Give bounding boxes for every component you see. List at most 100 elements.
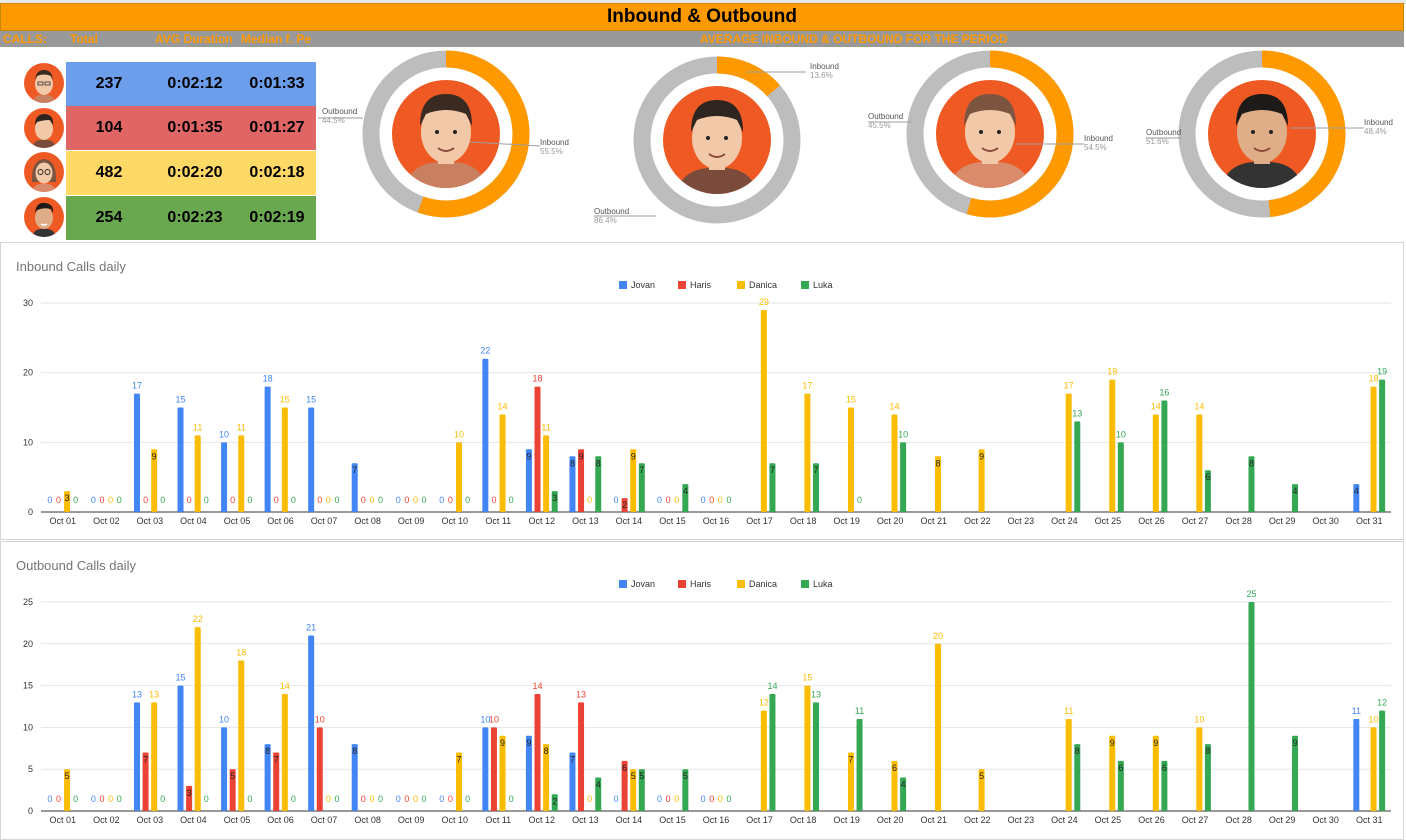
bar — [1353, 719, 1360, 811]
data-label: 20 — [933, 631, 943, 641]
x-tick-label: Oct 28 — [1225, 815, 1252, 825]
bar — [194, 627, 201, 811]
data-label: 0 — [91, 794, 96, 804]
data-label: 7 — [770, 465, 775, 475]
data-label: 15 — [802, 673, 812, 683]
data-label: 13 — [576, 689, 586, 699]
data-label: 0 — [726, 495, 731, 505]
x-tick-label: Oct 29 — [1269, 516, 1296, 526]
person-portrait-icon — [32, 114, 56, 148]
x-tick-label: Oct 15 — [659, 815, 686, 825]
donut-chart-jovan: Inbound55.5% Outbound44.5% — [318, 50, 569, 218]
bar — [1109, 379, 1116, 512]
inbound-chart-panel: 0 10 20 30 Jovan Haris Danica Luka Oct 01 Oct 02 O… — [0, 242, 1404, 540]
data-label: 0 — [587, 794, 592, 804]
data-label: 22 — [480, 346, 490, 356]
data-label: 7 — [848, 754, 853, 764]
x-tick-label: Oct 09 — [398, 815, 425, 825]
x-tick-label: Oct 30 — [1312, 815, 1339, 825]
bar — [133, 393, 140, 512]
data-label: 11 — [1352, 706, 1361, 716]
data-label: 17 — [1064, 381, 1074, 391]
x-tick-label: Oct 24 — [1051, 815, 1078, 825]
data-label: 6 — [892, 763, 897, 773]
data-label: 0 — [291, 495, 296, 505]
data-label: 0 — [509, 495, 514, 505]
data-label: 14 — [1151, 401, 1161, 411]
data-label: 0 — [378, 794, 383, 804]
data-label: 9 — [631, 451, 636, 461]
donut-chart-luka: Inbound48.4% Outbound51.6% — [1146, 50, 1393, 218]
header-subbar: CALLS: Total AVG Duration Median f. Pe A… — [0, 31, 1404, 47]
data-label: 19 — [1377, 367, 1387, 377]
x-tick-label: Oct 15 — [659, 516, 686, 526]
bar — [238, 435, 245, 512]
donut-chart-haris: Inbound13.6% Outbound86.4% — [594, 56, 839, 225]
x-tick-label: Oct 14 — [616, 516, 643, 526]
data-label: 13 — [811, 689, 821, 699]
inbound-bar-chart: 0102030Jovan Haris Danica LukaOct 01 Oct 02 O… — [23, 280, 1391, 526]
legend-label: Luka — [813, 280, 833, 290]
data-label: 0 — [143, 495, 148, 505]
summary-avg-duration: 0:02:20 — [167, 164, 223, 181]
bar — [900, 442, 907, 512]
x-tick-label: Oct 01 — [50, 815, 77, 825]
x-tick-label: Oct 28 — [1225, 516, 1252, 526]
bar — [1074, 421, 1081, 512]
data-label: 0 — [439, 794, 444, 804]
legend-swatch — [619, 580, 627, 588]
data-label: 0 — [117, 495, 122, 505]
bar — [891, 414, 898, 512]
data-label: 0 — [396, 495, 401, 505]
y-tick-label: 30 — [23, 298, 33, 308]
person-portrait-icon — [32, 70, 56, 103]
data-label: 18 — [236, 648, 246, 658]
bar — [760, 309, 767, 512]
summary-row-jovan: 237 0:02:12 0:01:33 — [66, 62, 316, 106]
x-tick-label: Oct 18 — [790, 516, 817, 526]
data-label: 5 — [639, 771, 644, 781]
data-label: 11 — [237, 422, 246, 432]
data-label: 0 — [247, 495, 252, 505]
data-label: 15 — [306, 395, 316, 405]
inbound-percent: 48.4% — [1364, 127, 1387, 136]
data-label: 0 — [701, 495, 706, 505]
data-label: 0 — [361, 495, 366, 505]
data-label: 0 — [378, 495, 383, 505]
data-label: 0 — [361, 794, 366, 804]
data-label: 6 — [1205, 472, 1210, 482]
data-label: 6 — [622, 763, 627, 773]
donut-chart-danica: Inbound54.5% Outbound45.5% — [868, 50, 1113, 218]
data-label: 7 — [813, 465, 818, 475]
data-label: 9 — [526, 738, 531, 748]
data-label: 10 — [219, 714, 229, 724]
outbound-percent: 44.5% — [322, 116, 345, 125]
agent-avatar-luka — [24, 197, 64, 237]
data-label: 0 — [448, 495, 453, 505]
bar — [804, 393, 811, 512]
bar — [133, 702, 140, 811]
data-label: 10 — [898, 429, 908, 439]
bar — [482, 727, 489, 811]
legend-label: Jovan — [631, 280, 655, 290]
x-tick-label: Oct 14 — [616, 815, 643, 825]
data-label: 18 — [263, 374, 273, 384]
summary-median: 0:02:19 — [249, 209, 305, 226]
bar — [281, 693, 288, 811]
x-tick-label: Oct 31 — [1356, 815, 1383, 825]
summary-avg-duration: 0:02:12 — [167, 75, 223, 92]
data-label: 0 — [666, 794, 671, 804]
data-label: 6 — [1118, 763, 1123, 773]
data-label: 0 — [108, 495, 113, 505]
bar — [804, 685, 811, 811]
data-label: 0 — [657, 495, 662, 505]
bar — [769, 693, 776, 811]
data-label: 0 — [448, 794, 453, 804]
summary-total: 254 — [95, 209, 123, 226]
data-label: 0 — [108, 794, 113, 804]
data-label: 7 — [143, 754, 148, 764]
data-label: 22 — [193, 614, 203, 624]
data-label: 13 — [132, 689, 142, 699]
data-label: 0 — [491, 495, 496, 505]
data-label: 17 — [132, 381, 142, 391]
